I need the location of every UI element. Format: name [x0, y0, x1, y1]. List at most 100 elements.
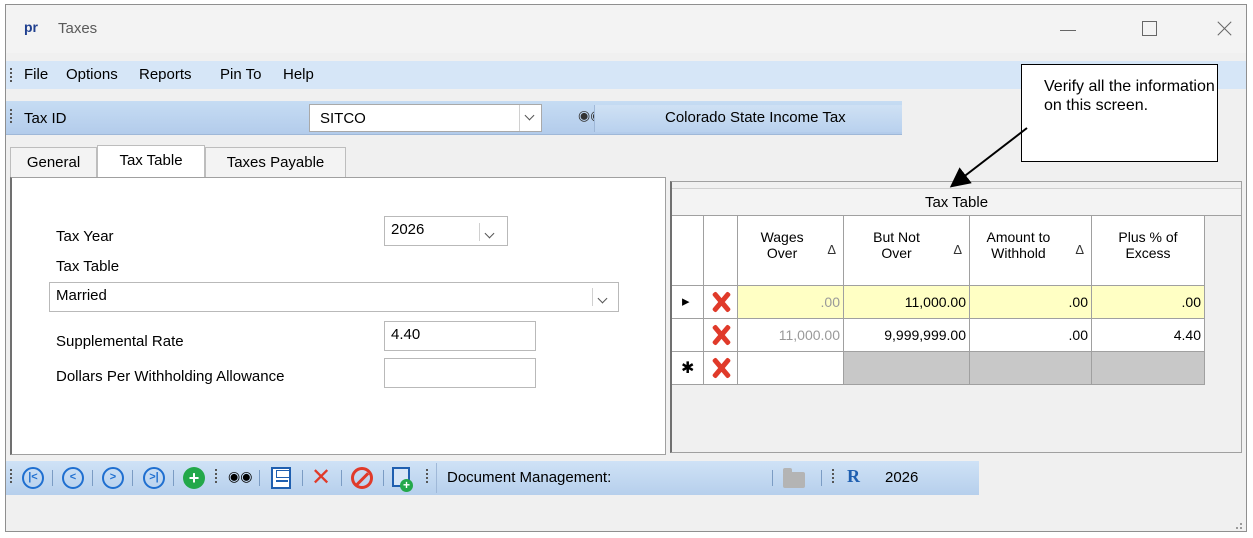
- minimize-button[interactable]: [1048, 13, 1088, 43]
- row-selector[interactable]: ▸: [672, 286, 704, 319]
- maximize-button[interactable]: [1128, 13, 1168, 43]
- tax-description: Colorado State Income Tax: [665, 109, 846, 126]
- separator: [92, 470, 93, 486]
- title-bar: pr Taxes: [6, 5, 1246, 53]
- current-row-icon: ▸: [682, 293, 690, 310]
- folder-icon[interactable]: [783, 468, 805, 488]
- row-selector[interactable]: [672, 319, 704, 352]
- menu-reports[interactable]: Reports: [139, 66, 192, 83]
- col-amount-line2: Withhold: [991, 245, 1046, 261]
- new-row-icon: ✱: [681, 360, 695, 377]
- grid-caption: Tax Table: [672, 188, 1241, 216]
- cell-but-not-over[interactable]: 9,999,999.00: [844, 319, 970, 352]
- delete-row-button[interactable]: [704, 286, 738, 319]
- supplemental-rate-label: Supplemental Rate: [56, 333, 184, 350]
- supplemental-rate-value: 4.40: [391, 326, 421, 343]
- delete-row-button[interactable]: [704, 352, 738, 385]
- next-record-icon[interactable]: >: [102, 467, 124, 489]
- supplemental-rate-input[interactable]: 4.40: [384, 321, 536, 351]
- separator: [302, 470, 303, 486]
- navigation-toolbar: |< < > >| + ◉◉ ✕ Document Management: R …: [6, 461, 979, 495]
- toolbar-grip-icon[interactable]: [10, 469, 13, 485]
- menu-options[interactable]: Options: [66, 66, 118, 83]
- chevron-down-icon[interactable]: [592, 288, 614, 306]
- add-record-icon[interactable]: +: [183, 467, 205, 489]
- cell-amount-to-withhold[interactable]: [970, 352, 1092, 385]
- column-header-amount-to-withhold[interactable]: Amount to Withhold Δ: [970, 216, 1092, 286]
- col-butnot-line1: But Not: [873, 229, 920, 245]
- delete-icon[interactable]: ✕: [310, 466, 332, 490]
- previous-record-icon[interactable]: <: [62, 467, 84, 489]
- new-row-selector[interactable]: ✱: [672, 352, 704, 385]
- col-wages-line1: Wages: [760, 229, 804, 245]
- separator: [52, 470, 53, 486]
- column-header-plus-pct-excess[interactable]: Plus % of Excess: [1092, 216, 1205, 286]
- tab-general[interactable]: General: [10, 147, 97, 177]
- separator: [259, 470, 260, 486]
- callout-note: Verify all the information on this scree…: [1021, 64, 1218, 162]
- tax-id-combo[interactable]: SITCO: [309, 104, 542, 132]
- tax-id-value: SITCO: [320, 110, 366, 127]
- menu-help[interactable]: Help: [283, 66, 314, 83]
- sort-icon: Δ: [827, 242, 836, 257]
- cancel-icon[interactable]: [351, 467, 373, 489]
- cell-wages-over[interactable]: .00: [738, 286, 844, 319]
- col-plus-line1: Plus % of: [1118, 229, 1178, 245]
- first-record-icon[interactable]: |<: [22, 467, 44, 489]
- column-header-but-not-over[interactable]: But Not Over Δ: [844, 216, 970, 286]
- separator: [341, 470, 342, 486]
- tax-id-label: Tax ID: [24, 110, 67, 127]
- chevron-down-icon[interactable]: [479, 223, 501, 241]
- delete-icon: [710, 290, 732, 314]
- cell-plus-pct-excess[interactable]: [1092, 352, 1205, 385]
- tab-tax-table-label: Tax Table: [119, 152, 183, 169]
- cell-wages-over[interactable]: 11,000.00: [738, 319, 844, 352]
- separator: [173, 470, 174, 486]
- tax-table-form: Tax Year 2026 Tax Table Married Suppleme…: [10, 177, 666, 455]
- document-management-label: Document Management:: [447, 469, 612, 486]
- save-new-icon[interactable]: [392, 467, 413, 492]
- toolbar-grip-icon[interactable]: [426, 469, 429, 485]
- grid-row-header-corner: [672, 216, 704, 286]
- find-icon[interactable]: ◉◉: [228, 468, 252, 490]
- dollars-per-allowance-input[interactable]: [384, 358, 536, 388]
- cell-but-not-over[interactable]: [844, 352, 970, 385]
- toolbar-grip-icon[interactable]: [215, 469, 218, 485]
- delete-icon: [710, 323, 732, 347]
- tax-id-bar: Tax ID SITCO ◉◉ Colorado State Income Ta…: [6, 101, 902, 135]
- cell-plus-pct-excess[interactable]: 4.40: [1092, 319, 1205, 352]
- tab-tax-table[interactable]: Tax Table: [97, 145, 205, 179]
- delete-icon: [710, 356, 732, 380]
- tax-year-select[interactable]: 2026: [384, 216, 508, 246]
- toolbar-grip-icon[interactable]: [10, 109, 13, 125]
- last-record-icon[interactable]: >|: [143, 467, 165, 489]
- cell-plus-pct-excess[interactable]: .00: [1092, 286, 1205, 319]
- tax-description-button[interactable]: Colorado State Income Tax: [594, 105, 902, 132]
- tab-taxes-payable[interactable]: Taxes Payable: [205, 147, 346, 177]
- grid-delete-header: [704, 216, 738, 286]
- tax-table-select[interactable]: Married: [49, 282, 619, 312]
- resize-grip-icon[interactable]: [1232, 519, 1242, 529]
- tax-table-value: Married: [56, 287, 107, 304]
- menu-grip-icon[interactable]: [10, 68, 13, 84]
- toolbar-grip-icon[interactable]: [832, 469, 835, 485]
- tab-general-label: General: [26, 154, 81, 171]
- column-header-wages-over[interactable]: Wages Over Δ: [738, 216, 844, 286]
- app-logo: pr: [24, 19, 38, 35]
- tax-table-label: Tax Table: [56, 258, 120, 275]
- chevron-down-icon[interactable]: [519, 105, 541, 131]
- tab-taxes-payable-label: Taxes Payable: [226, 154, 325, 171]
- menu-pin-to[interactable]: Pin To: [220, 66, 261, 83]
- report-icon[interactable]: R: [847, 466, 860, 487]
- cell-amount-to-withhold[interactable]: .00: [970, 319, 1092, 352]
- separator: [132, 470, 133, 486]
- delete-row-button[interactable]: [704, 319, 738, 352]
- close-button[interactable]: [1204, 13, 1244, 43]
- cell-wages-over[interactable]: [738, 352, 844, 385]
- sort-icon: Δ: [953, 242, 962, 257]
- tax-year-value: 2026: [391, 221, 425, 238]
- cell-amount-to-withhold[interactable]: .00: [970, 286, 1092, 319]
- save-icon[interactable]: [271, 467, 291, 489]
- cell-but-not-over[interactable]: 11,000.00: [844, 286, 970, 319]
- menu-file[interactable]: File: [24, 66, 48, 83]
